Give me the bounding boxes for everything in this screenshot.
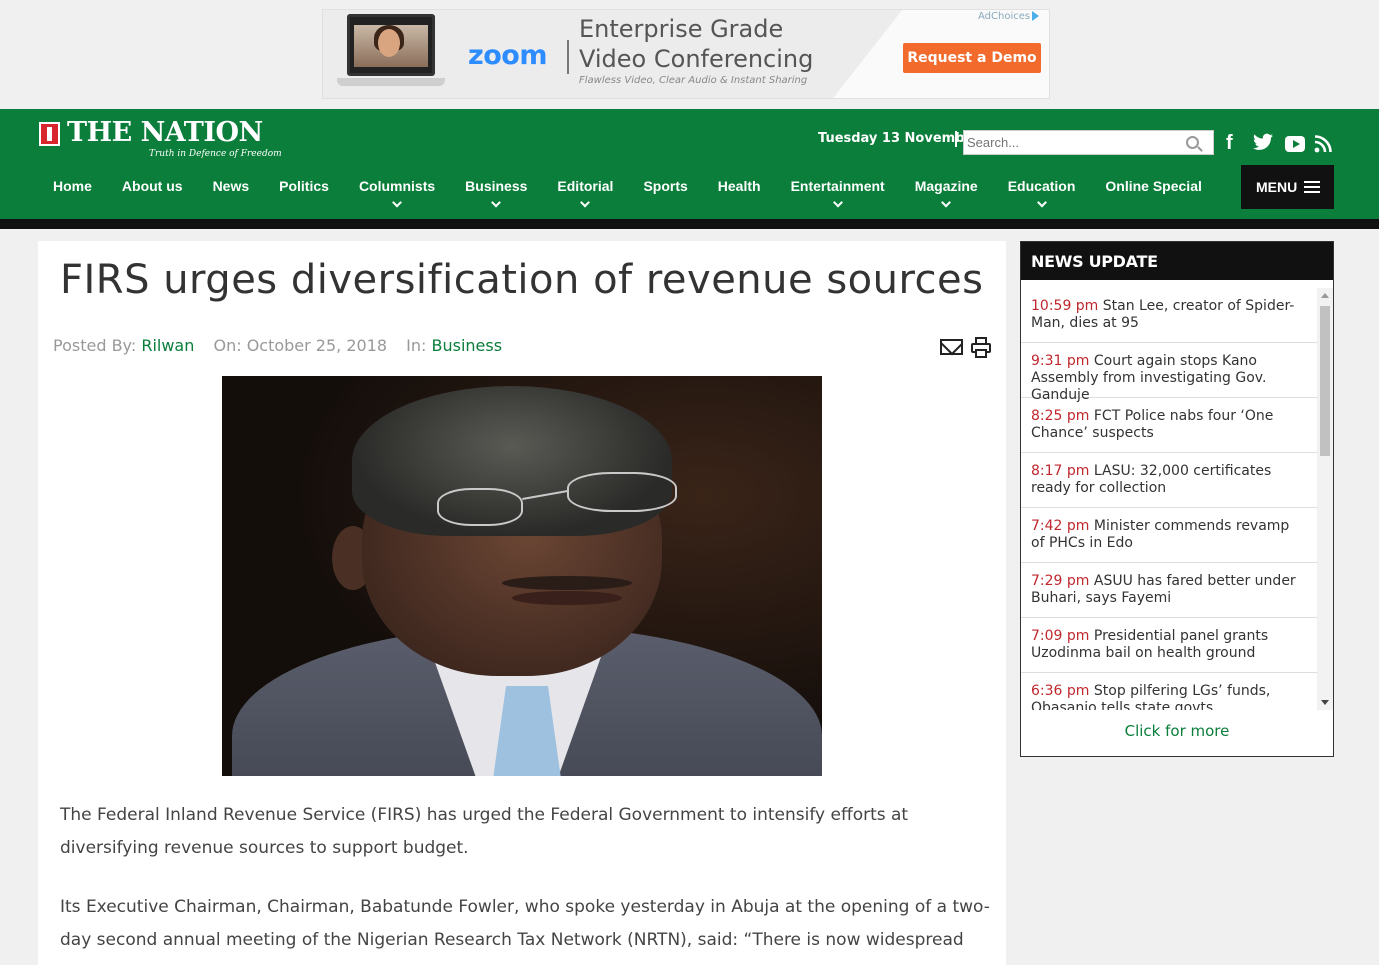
click-for-more-link[interactable]: Click for more <box>1021 722 1333 740</box>
nav-item-label: Politics <box>279 178 329 194</box>
news-time: 7:09 pm <box>1031 628 1090 644</box>
nav-item-about-us[interactable]: About us <box>107 178 198 208</box>
nav-item-label: About us <box>121 178 183 194</box>
adchoices-link[interactable]: AdChoices <box>978 11 1040 22</box>
news-update-item[interactable]: 7:09 pm Presidential panel grants Uzodin… <box>1021 618 1317 673</box>
news-scrollbar[interactable] <box>1317 288 1333 710</box>
date-label: On: <box>213 336 242 355</box>
nav-item-news[interactable]: News <box>198 178 265 208</box>
youtube-icon[interactable] <box>1285 136 1305 152</box>
nav-item-label: Health <box>717 178 761 194</box>
article-date: October 25, 2018 <box>246 336 388 355</box>
news-update-item[interactable]: 7:29 pm ASUU has fared better under Buha… <box>1021 563 1317 618</box>
nav-item-label: Education <box>1007 178 1076 194</box>
nav-item-magazine[interactable]: Magazine <box>900 178 993 208</box>
laptop-image <box>337 14 445 96</box>
chevron-down-icon[interactable] <box>941 197 952 208</box>
chevron-down-icon[interactable] <box>1036 197 1047 208</box>
search-input[interactable] <box>964 131 1174 154</box>
request-demo-button[interactable]: Request a Demo <box>903 43 1041 73</box>
search-icon[interactable] <box>1186 136 1199 149</box>
chevron-down-icon[interactable] <box>580 197 591 208</box>
news-update-item[interactable]: 7:42 pm Minister commends revamp of PHCs… <box>1021 508 1317 563</box>
adchoices-label: AdChoices <box>978 11 1031 22</box>
article-photo <box>222 376 822 776</box>
hamburger-icon <box>1304 181 1320 193</box>
article-paragraph: The Federal Inland Revenue Service (FIRS… <box>60 805 909 858</box>
nav-item-label: Business <box>465 178 528 194</box>
article-title: FIRS urges diversification of revenue so… <box>60 257 984 303</box>
news-update-item[interactable]: 6:36 pm Stop pilfering LGs’ funds, Obasa… <box>1021 673 1317 710</box>
main-nav: Home About us News Politics Columnists Busine… <box>38 178 1217 208</box>
nav-item-health[interactable]: Health <box>703 178 776 208</box>
category-label: In: <box>406 336 427 355</box>
category-link[interactable]: Business <box>432 336 503 355</box>
scroll-down-icon[interactable] <box>1321 700 1329 705</box>
nav-item-label: Entertainment <box>790 178 885 194</box>
site-header: THE NATION Truth in Defence of Freedom T… <box>0 109 1379 219</box>
nav-item-label: News <box>212 178 250 194</box>
scroll-up-icon[interactable] <box>1321 293 1329 298</box>
news-time: 7:29 pm <box>1031 573 1090 589</box>
chevron-down-icon[interactable] <box>491 197 502 208</box>
twitter-icon[interactable] <box>1253 133 1273 151</box>
news-update-heading: NEWS UPDATE <box>1021 242 1333 280</box>
scroll-thumb[interactable] <box>1320 306 1330 456</box>
nav-item-education[interactable]: Education <box>993 178 1091 208</box>
nav-item-online-special[interactable]: Online Special <box>1090 178 1216 208</box>
logo-name: THE NATION <box>67 117 263 148</box>
news-update-item[interactable]: 8:17 pm LASU: 32,000 certificates ready … <box>1021 453 1317 508</box>
email-icon[interactable] <box>940 339 963 355</box>
header-divider <box>0 219 1379 229</box>
article-paragraph: Its Executive Chairman, Chairman, Babatu… <box>60 897 990 965</box>
nav-item-label: Editorial <box>557 178 614 194</box>
posted-by-label: Posted By: <box>53 336 137 355</box>
ad-tagline: Flawless Video, Clear Audio & Instant Sh… <box>579 75 808 86</box>
nav-item-label: Online Special <box>1105 178 1202 194</box>
author-link[interactable]: Rilwan <box>141 336 194 355</box>
adchoices-icon <box>1032 11 1040 21</box>
news-time: 8:17 pm <box>1031 463 1090 479</box>
news-time: 6:36 pm <box>1031 683 1090 699</box>
news-time: 10:59 pm <box>1031 298 1099 314</box>
nav-item-label: Columnists <box>358 178 436 194</box>
news-update-item[interactable]: 9:31 pm Court again stops Kano Assembly … <box>1021 343 1317 403</box>
search-box <box>963 130 1214 155</box>
news-update-panel: NEWS UPDATE 10:59 pm Stan Lee, creator o… <box>1020 241 1334 757</box>
ad-banner[interactable]: zoom Enterprise Grade Video Conferencing… <box>322 9 1050 99</box>
nav-item-business[interactable]: Business <box>450 178 542 208</box>
nav-item-columnists[interactable]: Columnists <box>344 178 450 208</box>
nav-item-home[interactable]: Home <box>38 178 107 208</box>
ad-headline-line1: Enterprise Grade <box>579 15 784 43</box>
news-time: 9:31 pm <box>1031 353 1090 369</box>
nav-item-editorial[interactable]: Editorial <box>542 178 628 208</box>
logo-slogan: Truth in Defence of Freedom <box>149 149 282 159</box>
nav-item-label: Magazine <box>914 178 978 194</box>
article: FIRS urges diversification of revenue so… <box>38 241 1006 965</box>
logo-badge-icon <box>39 122 60 146</box>
nav-item-sports[interactable]: Sports <box>628 178 702 208</box>
news-time: 7:42 pm <box>1031 518 1090 534</box>
news-update-item[interactable]: 8:25 pm FCT Police nabs four ‘One Chance… <box>1021 398 1317 453</box>
rss-icon[interactable] <box>1314 135 1332 153</box>
ad-brand-logo: zoom <box>468 40 547 71</box>
article-meta: Posted By: Rilwan On: October 25, 2018 I… <box>53 336 502 355</box>
chevron-down-icon[interactable] <box>392 197 402 208</box>
nav-item-politics[interactable]: Politics <box>264 178 344 208</box>
menu-label: MENU <box>1256 179 1298 195</box>
news-update-list[interactable]: 10:59 pm Stan Lee, creator of Spider-Man… <box>1021 288 1317 710</box>
ad-divider <box>567 40 569 74</box>
date-separator <box>955 131 957 147</box>
news-update-item[interactable]: 10:59 pm Stan Lee, creator of Spider-Man… <box>1021 288 1317 343</box>
print-icon[interactable] <box>971 337 991 359</box>
news-time: 8:25 pm <box>1031 408 1090 424</box>
nav-item-entertainment[interactable]: Entertainment <box>776 178 900 208</box>
nav-item-label: Sports <box>643 178 688 194</box>
ad-headline-line2: Video Conferencing <box>579 45 814 73</box>
nav-item-label: Home <box>53 178 92 194</box>
facebook-icon[interactable]: f <box>1226 133 1233 153</box>
ad-headline: Enterprise Grade Video Conferencing <box>579 14 813 74</box>
menu-button[interactable]: MENU <box>1241 165 1334 209</box>
chevron-down-icon[interactable] <box>832 197 843 208</box>
